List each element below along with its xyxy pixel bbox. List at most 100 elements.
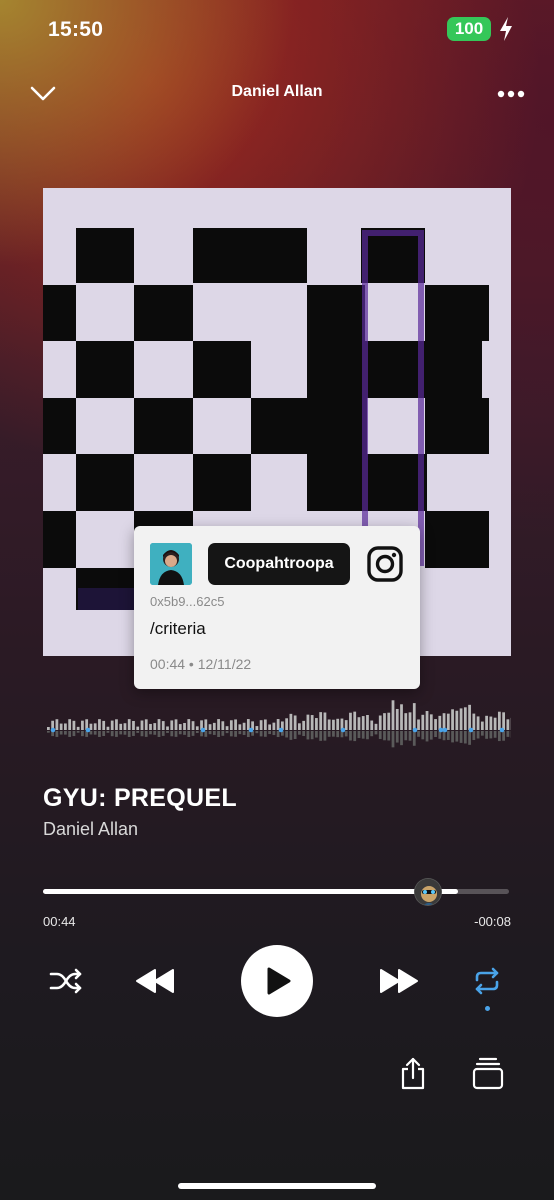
waveform-bar [68,719,72,730]
waveform-reflection-bar [480,731,484,736]
waveform-reflection-bar [110,731,114,737]
play-button[interactable] [241,945,313,1017]
waveform-bar [446,713,450,730]
rewind-icon[interactable] [134,966,176,996]
more-icon[interactable] [494,82,528,106]
comment-marker[interactable] [499,727,505,733]
comment-text: /criteria [150,619,206,638]
waveform-bar [421,714,425,730]
waveform-reflection-bar [93,731,97,735]
waveform-reflection-bar [263,731,267,737]
waveform-bar [442,713,446,730]
share-icon[interactable] [398,1056,428,1090]
waveform-reflection-bar [493,731,497,738]
waveform-reflection-bar [47,731,50,733]
comment-marker[interactable] [412,727,418,733]
waveform-reflection-bar [272,731,276,736]
waveform-bar [289,713,293,730]
fast-forward-icon[interactable] [378,966,420,996]
waveform-bar [149,723,152,730]
comment-popup[interactable]: Coopahtroopa 0x5b9...62c5 /criteria 00:4… [134,526,420,689]
waveform-bar [298,723,301,730]
waveform-reflection-bar [374,731,378,735]
waveform-bar [217,719,220,730]
waveform-reflection-bar [446,731,450,740]
waveform-bar [472,713,476,730]
comment-marker[interactable] [468,727,474,733]
waveform-reflection-bar [225,731,229,734]
waveform-reflection-bar [208,731,212,735]
waveform-bar [374,723,378,730]
waveform-bar [378,715,382,730]
wallet-address: 0x5b9...62c5 [150,594,225,609]
waveform-reflection-bar [408,731,412,741]
waveform-reflection-bar [327,731,331,737]
waveform-bar [64,723,67,730]
waveform-reflection-bar [506,731,510,737]
comment-timestamp: 00:44 • 12/11/22 [150,656,252,672]
waveform-bar [221,721,225,730]
waveform-bar [476,716,480,730]
waveform-bar [187,719,191,730]
play-icon [267,967,291,995]
queue-icon[interactable] [472,1056,504,1090]
waveform-bar [391,700,395,730]
waveform-reflection-bar [212,731,216,735]
shuffle-icon[interactable] [49,967,83,995]
waveform-bar [395,708,399,730]
track-artist[interactable]: Daniel Allan [43,819,138,840]
comment-marker[interactable] [200,727,206,733]
comment-marker[interactable] [278,727,284,733]
waveform-bar [136,726,140,730]
comment-marker[interactable] [340,727,346,733]
comment-marker[interactable] [442,727,448,733]
waveform-bar [370,720,374,730]
waveform-scrubber[interactable] [43,690,511,750]
comment-marker[interactable] [438,727,444,733]
waveform-reflection-bar [349,731,352,741]
page-title: Daniel Allan [231,83,323,100]
status-time: 15:50 [48,18,104,41]
waveform-bar [102,720,106,730]
waveform-bar [315,718,318,730]
waveform-reflection-bar [229,731,233,737]
waveform-reflection-bar [489,731,493,739]
waveform-reflection-bar [285,731,289,738]
waveform-bar [144,719,148,730]
waveform-reflection-bar [72,731,76,737]
comment-marker[interactable] [85,727,91,733]
waveform-bar [400,704,403,730]
time-elapsed: 00:44 [43,914,76,929]
waveform-reflection-bar [421,731,425,740]
waveform-bar [204,719,208,730]
waveform-bar [47,727,50,730]
waveform-bar [93,723,97,730]
commenter-username-button[interactable]: Coopahtroopa [208,543,350,585]
waveform-bar [272,722,276,730]
repeat-icon[interactable] [471,965,503,997]
waveform-reflection-bar [238,731,242,735]
waveform-bar [425,711,429,730]
waveform-bar [263,719,267,730]
waveform-reflection-bar [353,731,357,742]
waveform-reflection-bar [255,731,259,734]
waveform-reflection-bar [463,731,467,744]
waveform-reflection-bar [434,731,437,738]
waveform-bar [170,720,174,730]
waveform-bar [259,720,263,730]
waveform-reflection-bar [76,731,80,733]
waveform-reflection-bar [298,731,301,735]
progress-knob-avatar[interactable] [414,878,442,906]
instagram-icon[interactable] [366,545,404,583]
waveform-bar [468,704,471,730]
comment-marker[interactable] [248,727,254,733]
waveform-reflection-bar [157,731,161,737]
waveform-bar [157,719,161,730]
waveform-reflection-bar [234,731,237,737]
waveform-reflection-bar [102,731,106,737]
waveform-reflection-bar [161,731,165,736]
waveform-reflection-bar [429,731,433,740]
waveform-bar [361,716,365,730]
comment-marker[interactable] [50,727,56,733]
commenter-avatar[interactable] [150,543,192,585]
